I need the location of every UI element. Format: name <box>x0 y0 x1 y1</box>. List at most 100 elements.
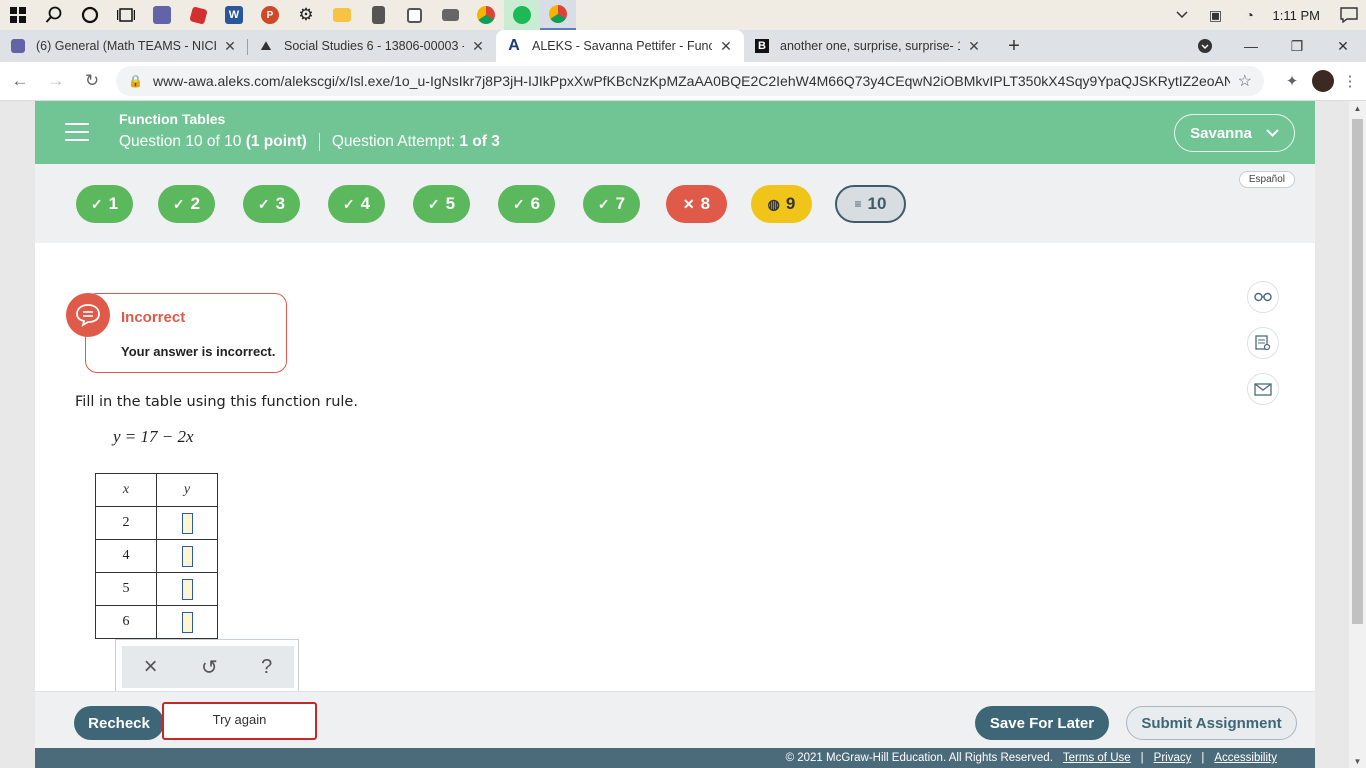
close-tab-icon[interactable]: ✕ <box>222 38 238 55</box>
save-for-later-button[interactable]: Save For Later <box>975 706 1109 740</box>
chrome-app-icon[interactable] <box>468 0 504 30</box>
word-app-icon[interactable]: W <box>216 0 252 30</box>
address-bar[interactable]: 🔒 www-awa.aleks.com/alekscgi/x/Isl.exe/1… <box>116 66 1264 96</box>
attempt-value: 1 of 3 <box>459 133 500 150</box>
settings-app-icon[interactable]: ⚙ <box>288 0 324 30</box>
undo-icon[interactable]: ↺ <box>201 655 218 680</box>
new-tab-icon[interactable]: + <box>998 30 1030 62</box>
calculator-app-icon[interactable] <box>360 0 396 30</box>
question-pill-10[interactable]: ≡ 10 <box>835 185 906 223</box>
forward-arrow-icon[interactable]: → <box>40 65 72 97</box>
tab-search-icon[interactable] <box>1182 30 1228 62</box>
tab-title: ALEKS - Savanna Pettifer - Functi <box>532 39 712 53</box>
scroll-thumb[interactable] <box>1352 119 1363 624</box>
file-explorer-app-icon[interactable] <box>324 0 360 30</box>
y-answer-cell[interactable] <box>156 605 218 639</box>
back-arrow-icon[interactable]: ← <box>4 65 36 97</box>
check-icon: ✓ <box>597 195 610 212</box>
browser-toolbar: ← → ↻ 🔒 www-awa.aleks.com/alekscgi/x/Isl… <box>0 62 1366 101</box>
browser-tab-strip: (6) General (Math TEAMS - NICH ✕ ⛰ Socia… <box>0 30 1366 62</box>
question-pill-6[interactable]: ✓ 6 <box>498 185 555 223</box>
browser-tab[interactable]: ⛰ Social Studies 6 - 13806-00003 - ✕ <box>248 30 496 62</box>
question-pill-7[interactable]: ✓ 7 <box>583 185 640 223</box>
roblox-app-icon[interactable] <box>180 0 216 30</box>
camera-app-icon[interactable] <box>432 0 468 30</box>
extensions-icon[interactable]: ✦ <box>1276 65 1308 97</box>
check-icon: ✓ <box>257 195 270 212</box>
wifi-icon[interactable]: ◔ <box>1233 0 1267 30</box>
user-menu-button[interactable]: Savanna <box>1174 114 1295 152</box>
accessibility-link[interactable]: Accessibility <box>1214 752 1277 764</box>
todo-app-icon[interactable] <box>396 0 432 30</box>
question-pill-1[interactable]: ✓ 1 <box>76 185 133 223</box>
textbook-icon[interactable] <box>1247 327 1279 359</box>
terms-link[interactable]: Terms of Use <box>1063 752 1131 764</box>
page-scrollbar[interactable]: ▲ ▼ <box>1349 101 1366 768</box>
powerpoint-app-icon[interactable]: P <box>252 0 288 30</box>
submit-assignment-button[interactable]: Submit Assignment <box>1126 706 1297 740</box>
restore-icon[interactable]: ❐ <box>1274 30 1320 62</box>
screen-sharing-icon[interactable]: ▣ <box>1199 0 1233 30</box>
lines-icon: ≡ <box>854 197 862 211</box>
task-view-icon[interactable] <box>108 0 144 30</box>
chevron-down-icon <box>1266 129 1279 137</box>
lock-icon[interactable]: 🔒 <box>128 74 143 88</box>
teams-icon <box>10 38 26 54</box>
scroll-up-arrow[interactable]: ▲ <box>1349 101 1366 115</box>
reload-icon[interactable]: ↻ <box>76 65 108 97</box>
table-row: 5 <box>95 572 218 606</box>
answer-input[interactable] <box>181 545 193 567</box>
chrome-menu-icon[interactable]: ⋮ <box>1334 65 1366 97</box>
question-pill-4[interactable]: ✓ 4 <box>328 185 385 223</box>
minimize-icon[interactable]: — <box>1228 30 1274 62</box>
feedback-box <box>85 293 287 373</box>
spotify-app-icon[interactable] <box>504 0 540 30</box>
teams-app-icon[interactable] <box>144 0 180 30</box>
glasses-icon[interactable] <box>1247 281 1279 313</box>
side-tools <box>1247 281 1279 419</box>
tab-title: another one, surprise, surprise- 1 <box>780 39 960 53</box>
topic-title: Function Tables <box>119 111 226 127</box>
help-icon[interactable]: ? <box>261 656 272 679</box>
browser-tab-active[interactable]: A ALEKS - Savanna Pettifer - Functi ✕ <box>496 30 744 62</box>
cortana-icon[interactable] <box>72 0 108 30</box>
question-pill-8[interactable]: ✕ 8 <box>666 185 727 223</box>
table-row: 6 <box>95 605 218 639</box>
browser-tab[interactable]: (6) General (Math TEAMS - NICH ✕ <box>0 30 248 62</box>
browser-tab[interactable]: B another one, surprise, surprise- 1 ✕ <box>744 30 992 62</box>
y-answer-cell[interactable] <box>156 572 218 606</box>
y-answer-cell[interactable] <box>156 506 218 540</box>
close-tab-icon[interactable]: ✕ <box>966 38 982 55</box>
mail-icon[interactable] <box>1247 373 1279 405</box>
chat-bubble-icon <box>66 293 110 337</box>
answer-input[interactable] <box>181 512 193 534</box>
search-icon[interactable] <box>36 0 72 30</box>
scroll-down-arrow[interactable]: ▼ <box>1349 754 1366 768</box>
windows-start-icon[interactable] <box>0 0 36 30</box>
close-window-icon[interactable]: ✕ <box>1320 30 1366 62</box>
recheck-button[interactable]: Recheck <box>74 706 164 740</box>
question-pill-2[interactable]: ✓ 2 <box>158 185 215 223</box>
question-status-line: Question 10 of 10 (1 point) Question Att… <box>119 133 500 151</box>
espanol-toggle[interactable]: Español <box>1238 171 1295 188</box>
bottom-action-bar: Recheck Try again Save For Later Submit … <box>35 691 1315 748</box>
close-tab-icon[interactable]: ✕ <box>470 38 486 55</box>
close-tab-icon[interactable]: ✕ <box>718 38 734 55</box>
chevron-up-icon[interactable] <box>1165 0 1199 30</box>
privacy-link[interactable]: Privacy <box>1154 752 1192 764</box>
clear-answer-icon[interactable]: × <box>144 653 158 681</box>
question-pill-5[interactable]: ✓ 5 <box>413 185 470 223</box>
question-pill-3[interactable]: ✓ 3 <box>243 185 300 223</box>
notifications-icon[interactable] <box>1332 0 1366 30</box>
url-text[interactable]: www-awa.aleks.com/alekscgi/x/Isl.exe/1o_… <box>153 73 1230 89</box>
feedback-message: Your answer is incorrect. <box>121 344 276 359</box>
chrome-active-app-icon[interactable] <box>540 0 576 30</box>
taskbar-clock[interactable]: 1:11 PM <box>1267 8 1332 23</box>
hamburger-menu-icon[interactable] <box>65 123 89 141</box>
profile-avatar[interactable] <box>1312 70 1334 92</box>
question-pill-9[interactable]: ◍ 9 <box>751 185 812 223</box>
bookmark-star-icon[interactable]: ☆ <box>1238 71 1252 91</box>
answer-input[interactable] <box>181 611 193 633</box>
y-answer-cell[interactable] <box>156 539 218 573</box>
answer-input[interactable] <box>181 578 193 600</box>
